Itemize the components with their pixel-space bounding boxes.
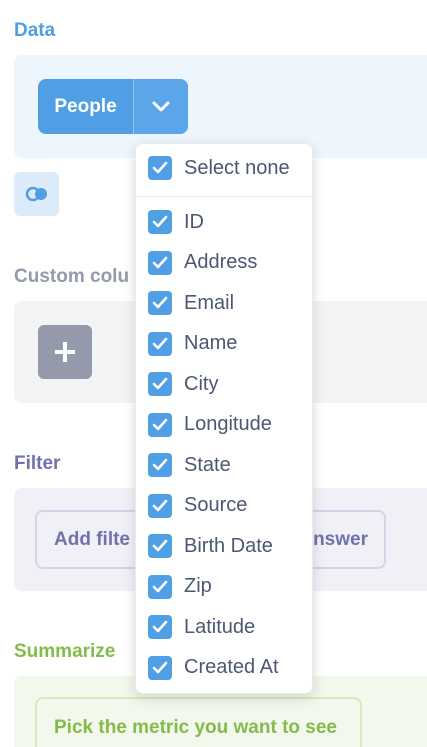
column-option[interactable]: Source (148, 492, 247, 520)
columns-toggle-button[interactable] (133, 79, 188, 134)
checkmark-icon (152, 620, 168, 633)
table-name[interactable]: People (38, 79, 133, 134)
checkmark-icon (152, 256, 168, 268)
checkmark-icon (152, 161, 168, 174)
column-label: Address (184, 251, 258, 273)
checkbox[interactable] (148, 291, 172, 315)
column-label: City (184, 372, 219, 395)
checkmark-icon (152, 580, 168, 592)
column-label: Email (184, 291, 235, 314)
checkbox[interactable] (148, 615, 172, 639)
checkmark-icon (152, 296, 168, 309)
data-section-title: Data (14, 20, 56, 41)
select-none-label: Select none (184, 156, 290, 179)
summarize-section-title: Summarize (14, 641, 116, 662)
column-label: Created At (184, 656, 279, 678)
checkbox[interactable] (148, 250, 172, 275)
checkmark-icon (152, 661, 168, 673)
column-label: Longitude (184, 413, 272, 435)
checkbox[interactable] (148, 331, 172, 356)
column-option[interactable]: Zip (148, 573, 212, 601)
checkbox[interactable] (148, 210, 172, 234)
column-option[interactable]: Created At (148, 654, 279, 682)
column-option[interactable]: Latitude (148, 613, 255, 641)
column-option[interactable]: ID (148, 208, 204, 236)
column-label: Source (184, 494, 248, 516)
join-icon (25, 186, 47, 202)
checkbox[interactable] (148, 372, 172, 396)
custom-columns-section-title: Custom colu (14, 266, 130, 287)
column-option[interactable]: Name (148, 330, 237, 358)
column-label: Name (184, 332, 238, 354)
column-option[interactable]: Email (148, 289, 234, 317)
plus-icon (55, 342, 75, 362)
column-option[interactable]: Longitude (148, 411, 272, 439)
checkbox[interactable] (148, 453, 172, 477)
checkmark-icon (152, 215, 168, 228)
pick-metric-button[interactable]: Pick the metric you want to see (35, 697, 362, 747)
chevron-down-icon (152, 101, 170, 111)
checkbox[interactable] (148, 574, 172, 599)
checkbox[interactable] (148, 412, 172, 437)
select-none-option[interactable]: Select none (148, 154, 290, 182)
checkmark-icon (152, 377, 168, 390)
column-label: Latitude (184, 615, 256, 638)
column-label: State (184, 453, 231, 476)
column-label: ID (184, 210, 204, 233)
add-custom-column-button[interactable] (38, 325, 92, 379)
column-option[interactable]: City (148, 370, 218, 398)
column-option[interactable]: State (148, 451, 231, 479)
checkbox[interactable] (148, 493, 172, 518)
checkbox[interactable] (148, 534, 172, 558)
checkbox[interactable] (148, 655, 172, 680)
column-label: Birth Date (184, 534, 273, 557)
filter-section-title: Filter (14, 453, 61, 474)
table-picker-button[interactable]: People (38, 79, 188, 134)
checkmark-icon (152, 418, 168, 430)
column-picker-popover: Select none ID Address Email Name City Longit… (135, 143, 313, 694)
join-data-button[interactable] (14, 172, 59, 216)
checkmark-icon (152, 458, 168, 471)
divider (136, 196, 312, 197)
column-label: Zip (184, 575, 212, 597)
column-option[interactable]: Address (148, 249, 257, 277)
column-option[interactable]: Birth Date (148, 532, 273, 560)
checkmark-icon (152, 499, 168, 511)
checkbox[interactable] (148, 156, 172, 180)
checkmark-icon (152, 539, 168, 552)
checkmark-icon (152, 337, 168, 349)
